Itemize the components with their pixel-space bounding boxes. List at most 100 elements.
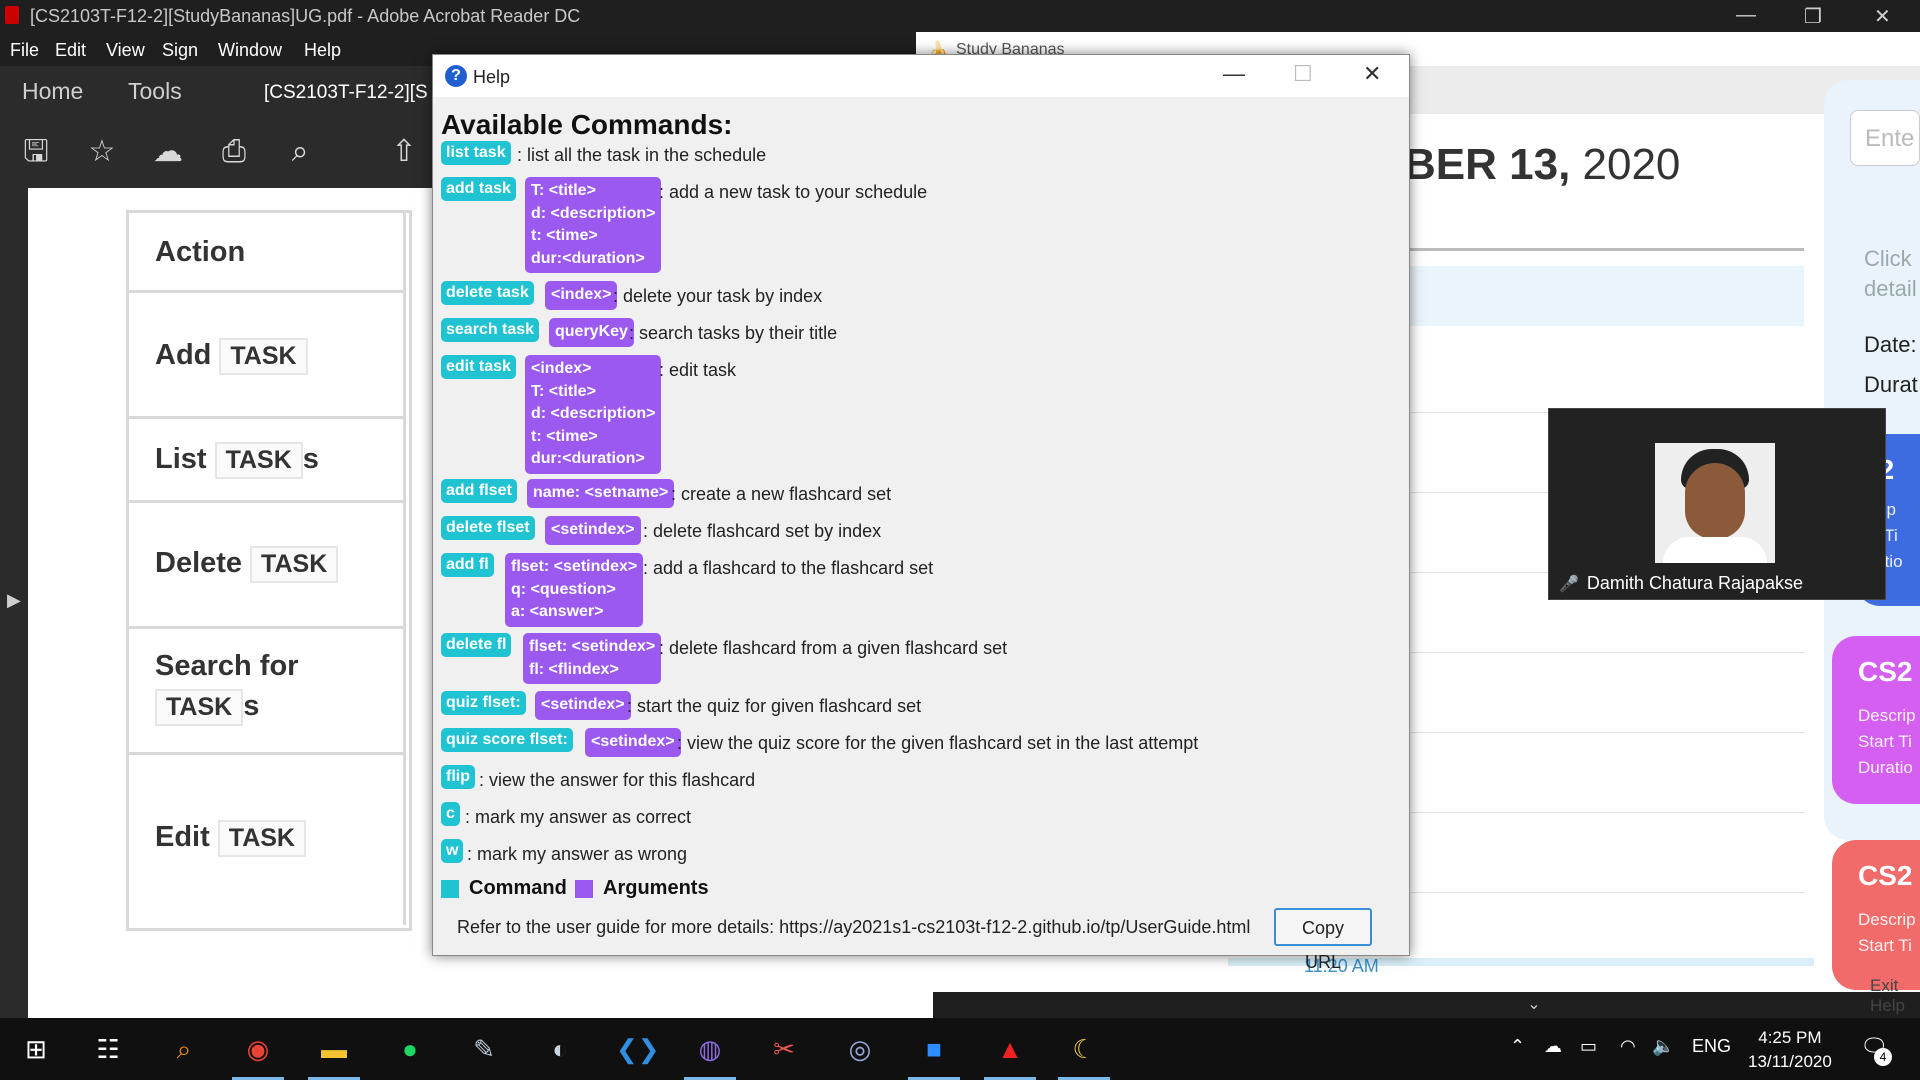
volume-icon[interactable]: 🔈: [1652, 1036, 1674, 1057]
pdf-icon: [5, 6, 19, 24]
minimize-icon[interactable]: —: [1736, 4, 1756, 27]
command-description: : edit task: [659, 360, 737, 380]
argument-chip: flset: <setindex> fl: <flindex>: [523, 633, 662, 684]
command-input[interactable]: Ente: [1850, 110, 1920, 166]
task-card-line: Descrip: [1858, 910, 1916, 929]
quicktime-icon[interactable]: ◎: [842, 1032, 878, 1066]
command-chip: w: [441, 839, 464, 863]
system-clock[interactable]: 4:25 PM 13/11/2020: [1748, 1026, 1832, 1074]
command-chip: add task: [441, 177, 516, 201]
expand-panel-icon[interactable]: ▶: [7, 590, 21, 611]
row-code: TASK: [217, 820, 306, 857]
command-description: : delete flashcard from a given flashcar…: [659, 638, 1008, 658]
maximize-icon[interactable]: ☐: [1293, 61, 1313, 87]
task-card-line: Start Ti: [1858, 936, 1912, 955]
acrobat-icon[interactable]: ▲: [984, 1032, 1036, 1080]
tray-chevron-icon[interactable]: ⌃: [1510, 1036, 1525, 1057]
table-row-divider: [126, 626, 406, 629]
close-icon[interactable]: ✕: [1874, 4, 1891, 29]
wifi-icon[interactable]: ◠: [1620, 1036, 1636, 1057]
row-code: TASK: [219, 338, 308, 375]
argument-chip: T: <title> d: <description> t: <time> du…: [525, 177, 662, 273]
menu-exit[interactable]: Exit: [1870, 976, 1898, 995]
tab-home[interactable]: Home: [22, 78, 83, 105]
argument-chip: <setindex>: [585, 728, 681, 757]
scroll-down-icon[interactable]: ⌄: [1520, 992, 1548, 1018]
command-chip: quiz score flset:: [441, 728, 573, 752]
menu-window[interactable]: Window: [218, 40, 282, 61]
tab-tools[interactable]: Tools: [128, 78, 182, 105]
command-description: : delete flashcard set by index: [643, 521, 882, 541]
command-description: : list all the task in the schedule: [517, 145, 767, 165]
copy-url-button[interactable]: Copy URL: [1274, 908, 1372, 972]
discord-icon[interactable]: ◍: [684, 1032, 736, 1080]
date-year: 2020: [1570, 140, 1681, 189]
task-view-icon[interactable]: ☷: [90, 1032, 126, 1066]
command-description: : view the answer for this flashcard: [479, 770, 756, 790]
command-chip: delete task: [441, 281, 534, 305]
menu-edit[interactable]: Edit: [55, 40, 86, 61]
zoom-video-tile[interactable]: 🎤 Damith Chatura Rajapakse: [1548, 408, 1886, 600]
zoom-icon[interactable]: ■: [908, 1032, 960, 1080]
command-chip: add fl: [441, 553, 494, 577]
snipping-tool-icon[interactable]: ✂: [766, 1032, 802, 1066]
divider: [1404, 652, 1804, 653]
search-icon[interactable]: ⌕: [166, 1032, 202, 1066]
save-icon[interactable]: 🖫: [16, 132, 56, 172]
close-icon[interactable]: ✕: [1363, 61, 1381, 87]
argument-chip: <setindex>: [535, 691, 631, 720]
page-up-icon[interactable]: ⇧: [384, 132, 424, 172]
divider: [1404, 248, 1804, 251]
notepad-icon[interactable]: ✎: [466, 1032, 502, 1066]
command-description: : create a new flashcard set: [671, 484, 892, 504]
command-chip: search task: [441, 318, 540, 342]
battery-icon[interactable]: ▭: [1580, 1036, 1597, 1057]
table-row-divider: [126, 416, 406, 419]
menu-help-link[interactable]: Help: [1870, 996, 1905, 1015]
participant-name: 🎤 Damith Chatura Rajapakse: [1559, 573, 1803, 594]
command-description: : view the quiz score for the given flas…: [677, 733, 1199, 753]
menu-view[interactable]: View: [106, 40, 145, 61]
tab-document[interactable]: [CS2103T-F12-2][S: [264, 82, 428, 104]
menu-sign[interactable]: Sign: [162, 40, 198, 61]
onedrive-icon[interactable]: ☁: [1544, 1036, 1562, 1057]
task-card-line: Start Ti: [1858, 732, 1912, 751]
task-card[interactable]: CS2 Descrip Start Ti Duratio: [1832, 636, 1920, 804]
command-chip: edit task: [441, 355, 516, 379]
menu-help[interactable]: Help: [304, 40, 341, 61]
task-card-line: Descrip: [1858, 706, 1916, 725]
vscode-icon[interactable]: ❮❯: [616, 1032, 660, 1066]
task-card[interactable]: CS2 Descrip Start Ti: [1832, 840, 1920, 990]
row-action: Edit: [155, 821, 210, 853]
menu-file[interactable]: File: [10, 40, 39, 61]
command-description: : start the quiz for given flashcard set: [627, 696, 922, 716]
restore-icon[interactable]: ❐: [1804, 4, 1822, 29]
argument-chip: queryKey: [549, 318, 634, 347]
command-chip: list task: [441, 141, 511, 165]
acrobat-titlebar: [CS2103T-F12-2][StudyBananas]UG.pdf - Ad…: [0, 0, 1920, 32]
argument-chip: flset: <setindex> q: <question> a: <answ…: [505, 553, 644, 627]
cloud-upload-icon[interactable]: ☁: [148, 132, 188, 172]
divider: [1404, 812, 1804, 813]
file-explorer-icon[interactable]: ▬: [308, 1032, 360, 1080]
study-bananas-icon[interactable]: ☾: [1058, 1032, 1110, 1080]
windows-start-icon[interactable]: ⊞: [18, 1032, 54, 1066]
argument-chip: <index>: [545, 281, 618, 310]
schedule-date: BER 13, 2020: [1404, 140, 1680, 190]
command-description: : add a new task to your schedule: [659, 182, 928, 202]
task-card-line: Duratio: [1858, 758, 1913, 777]
chrome-icon[interactable]: ◉: [232, 1032, 284, 1080]
row-suffix: s: [243, 690, 260, 722]
star-icon[interactable]: ☆: [82, 132, 122, 172]
print-icon[interactable]: ⎙: [214, 132, 254, 172]
clock-time: 4:25 PM: [1758, 1028, 1822, 1047]
steam-icon[interactable]: ◐: [542, 1032, 578, 1066]
minimize-icon[interactable]: —: [1223, 61, 1245, 87]
language-indicator[interactable]: ENG: [1692, 1036, 1731, 1057]
zoom-search-icon[interactable]: ⌕: [280, 132, 320, 172]
spotify-icon[interactable]: ●: [392, 1032, 428, 1066]
participant-name-text: Damith Chatura Rajapakse: [1586, 573, 1804, 593]
notification-icon[interactable]: 🗨 4: [1860, 1034, 1892, 1066]
schedule-highlight: [1404, 266, 1804, 326]
detail-hint: detail: [1864, 276, 1917, 301]
